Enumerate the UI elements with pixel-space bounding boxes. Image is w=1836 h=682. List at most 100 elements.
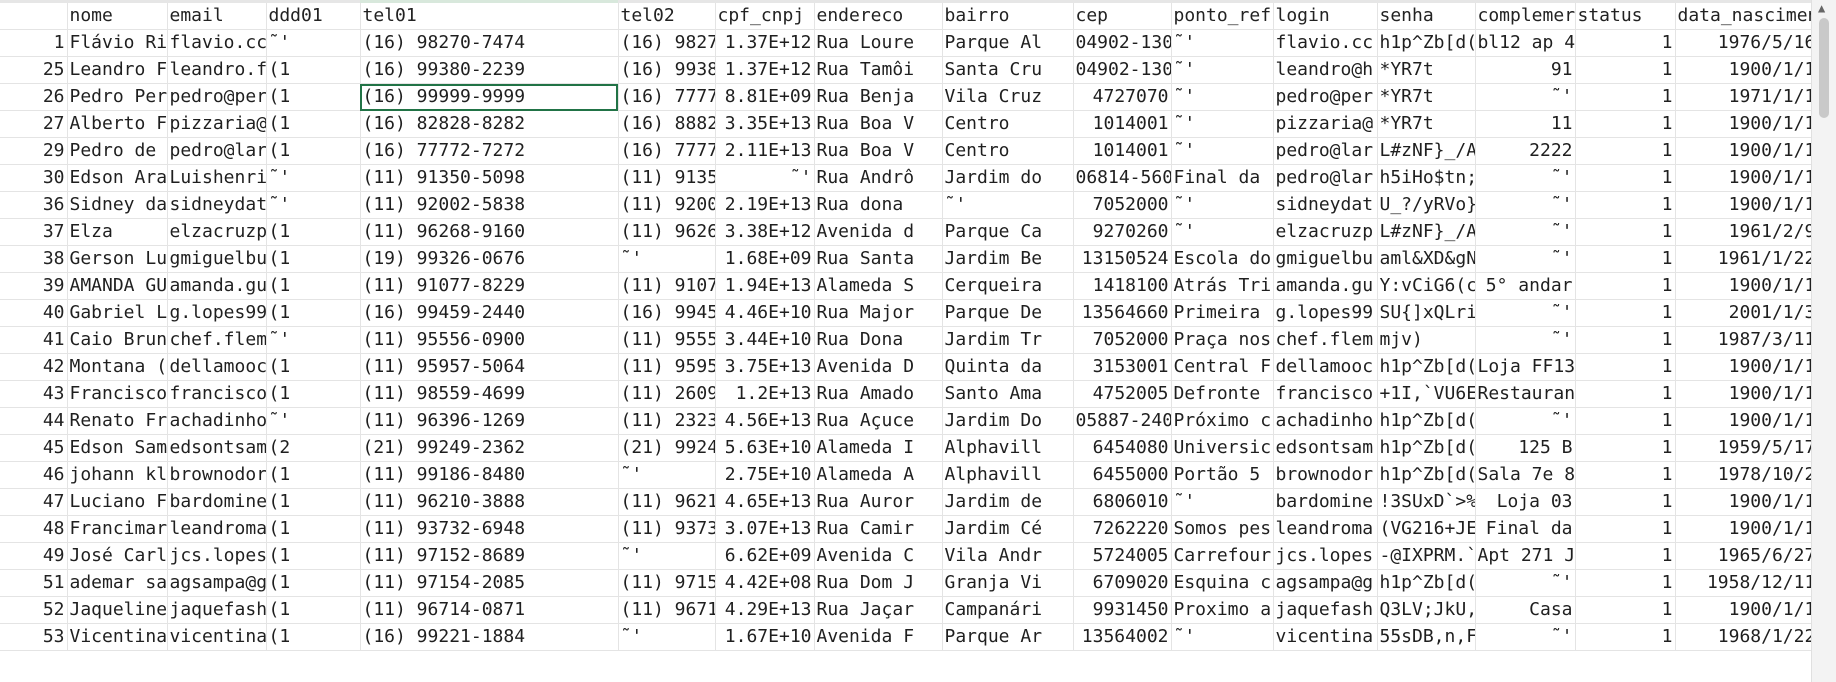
table-cell[interactable]: chef.flem: [1273, 326, 1378, 354]
table-cell[interactable]: (21) 9924: [618, 434, 716, 462]
table-cell[interactable]: (16) 77772-7272: [360, 137, 619, 165]
table-cell[interactable]: Rua Açuce: [814, 407, 943, 435]
table-cell[interactable]: 1.67E+10: [715, 623, 815, 651]
table-cell[interactable]: (11) 9715: [618, 569, 716, 597]
table-cell[interactable]: Luciano F: [67, 488, 168, 516]
table-cell[interactable]: (1: [266, 380, 361, 408]
table-cell[interactable]: flavio.cc: [167, 29, 267, 57]
table-cell[interactable]: (21) 99249-2362: [360, 434, 619, 462]
table-cell[interactable]: Somos pes: [1171, 515, 1274, 543]
table-cell[interactable]: 1: [1575, 326, 1676, 354]
table-cell[interactable]: Jardim Tr: [942, 326, 1074, 354]
table-cell[interactable]: (16) 99459-2440: [360, 299, 619, 327]
table-cell[interactable]: (11) 97154-2085: [360, 569, 619, 597]
table-cell[interactable]: 1: [1575, 245, 1676, 273]
table-cell[interactable]: Parque Al: [942, 29, 1074, 57]
table-cell[interactable]: Santa Cru: [942, 56, 1074, 84]
table-cell[interactable]: 6.62E+09: [715, 542, 815, 570]
table-cell[interactable]: Rua dona: [814, 191, 943, 219]
table-cell[interactable]: Próximo c: [1171, 407, 1274, 435]
table-cell[interactable]: (11) 93732-6948: [360, 515, 619, 543]
column-header-status[interactable]: status: [1575, 3, 1676, 30]
row-id-cell[interactable]: 39: [0, 272, 68, 300]
table-cell[interactable]: (16) 99221-1884: [360, 623, 619, 651]
table-cell[interactable]: (1: [266, 245, 361, 273]
table-cell[interactable]: francisco: [1273, 380, 1378, 408]
table-cell[interactable]: dellamooc: [167, 353, 267, 381]
table-cell[interactable]: 1.94E+13: [715, 272, 815, 300]
table-cell[interactable]: ˜': [618, 245, 716, 273]
table-cell[interactable]: Defronte: [1171, 380, 1274, 408]
table-cell[interactable]: +1I,`VU6E: [1377, 380, 1476, 408]
table-cell[interactable]: ˜': [1171, 191, 1274, 219]
table-cell[interactable]: Flávio Rif: [67, 29, 168, 57]
table-cell[interactable]: 4727070: [1073, 83, 1172, 111]
table-cell[interactable]: (11) 91350-5098: [360, 164, 619, 192]
table-cell[interactable]: Vicentina: [67, 623, 168, 651]
table-cell[interactable]: (1: [266, 569, 361, 597]
table-cell[interactable]: Gerson Lu: [67, 245, 168, 273]
table-cell[interactable]: (1: [266, 272, 361, 300]
table-cell[interactable]: Jardim do: [942, 164, 1074, 192]
table-cell[interactable]: Primeira: [1171, 299, 1274, 327]
table-cell[interactable]: Centro: [942, 137, 1074, 165]
table-cell[interactable]: ˜': [1475, 623, 1576, 651]
table-cell[interactable]: Apt 271 J: [1475, 542, 1576, 570]
table-cell[interactable]: 1: [1575, 461, 1676, 489]
table-cell[interactable]: José Carl: [67, 542, 168, 570]
table-cell[interactable]: Central F: [1171, 353, 1274, 381]
column-header-bairro[interactable]: bairro: [942, 3, 1074, 30]
table-cell[interactable]: vicentina: [1273, 623, 1378, 651]
row-id-cell[interactable]: 42: [0, 353, 68, 381]
table-cell[interactable]: ˜': [1171, 218, 1274, 246]
table-cell[interactable]: Avenida C: [814, 542, 943, 570]
table-cell[interactable]: ˜': [1475, 299, 1576, 327]
table-cell[interactable]: Gabriel L: [67, 299, 168, 327]
row-id-cell[interactable]: 26: [0, 83, 68, 111]
table-cell[interactable]: bardomine: [1273, 488, 1378, 516]
row-id-cell[interactable]: 45: [0, 434, 68, 462]
row-id-cell[interactable]: 40: [0, 299, 68, 327]
table-cell[interactable]: Rua Major: [814, 299, 943, 327]
table-cell[interactable]: Jardim Cé: [942, 515, 1074, 543]
table-cell[interactable]: L#zNF}_/A: [1377, 137, 1476, 165]
scroll-up-arrow-icon[interactable]: ▲: [1818, 2, 1825, 14]
table-cell[interactable]: Universic: [1171, 434, 1274, 462]
table-cell[interactable]: h1p^Zb[d(: [1377, 353, 1476, 381]
table-cell[interactable]: Edson Sam: [67, 434, 168, 462]
table-cell[interactable]: 7052000: [1073, 191, 1172, 219]
table-cell[interactable]: pizzaria@: [1273, 110, 1378, 138]
table-cell[interactable]: (16) 7777: [618, 83, 716, 111]
table-cell[interactable]: ˜': [618, 623, 716, 651]
table-cell[interactable]: dellamooc: [1273, 353, 1378, 381]
table-cell[interactable]: (11) 9200: [618, 191, 716, 219]
table-cell[interactable]: (11) 9373: [618, 515, 716, 543]
table-cell[interactable]: Jardim Do: [942, 407, 1074, 435]
table-cell[interactable]: pedro@per: [1273, 83, 1378, 111]
table-cell[interactable]: Rua Boa V: [814, 137, 943, 165]
table-cell[interactable]: 6455000: [1073, 461, 1172, 489]
table-cell[interactable]: (1: [266, 461, 361, 489]
table-cell[interactable]: 2.75E+10: [715, 461, 815, 489]
table-cell[interactable]: mjv): [1377, 326, 1476, 354]
table-cell[interactable]: elzacruzp: [1273, 218, 1378, 246]
table-cell[interactable]: bardomine: [167, 488, 267, 516]
table-cell[interactable]: bl12 ap 4: [1475, 29, 1576, 57]
table-cell[interactable]: 6806010: [1073, 488, 1172, 516]
table-cell[interactable]: Renato Fr: [67, 407, 168, 435]
table-cell[interactable]: (11) 96268-9160: [360, 218, 619, 246]
table-cell[interactable]: (1: [266, 596, 361, 624]
table-cell[interactable]: 1968/1/22 0:00: [1675, 623, 1812, 651]
table-cell[interactable]: 1: [1575, 569, 1676, 597]
table-cell[interactable]: (16) 9938: [618, 56, 716, 84]
table-cell[interactable]: (16) 7777: [618, 137, 716, 165]
table-cell[interactable]: SU{]xQLri: [1377, 299, 1476, 327]
table-cell[interactable]: 1: [1575, 164, 1676, 192]
row-id-cell[interactable]: 38: [0, 245, 68, 273]
table-cell[interactable]: h5iHo$tn;: [1377, 164, 1476, 192]
table-cell[interactable]: pedro@lar: [1273, 164, 1378, 192]
table-cell[interactable]: vicentina: [167, 623, 267, 651]
column-header-complemer[interactable]: complemer: [1475, 3, 1576, 30]
table-cell[interactable]: 91: [1475, 56, 1576, 84]
table-cell[interactable]: pedro@per: [167, 83, 267, 111]
